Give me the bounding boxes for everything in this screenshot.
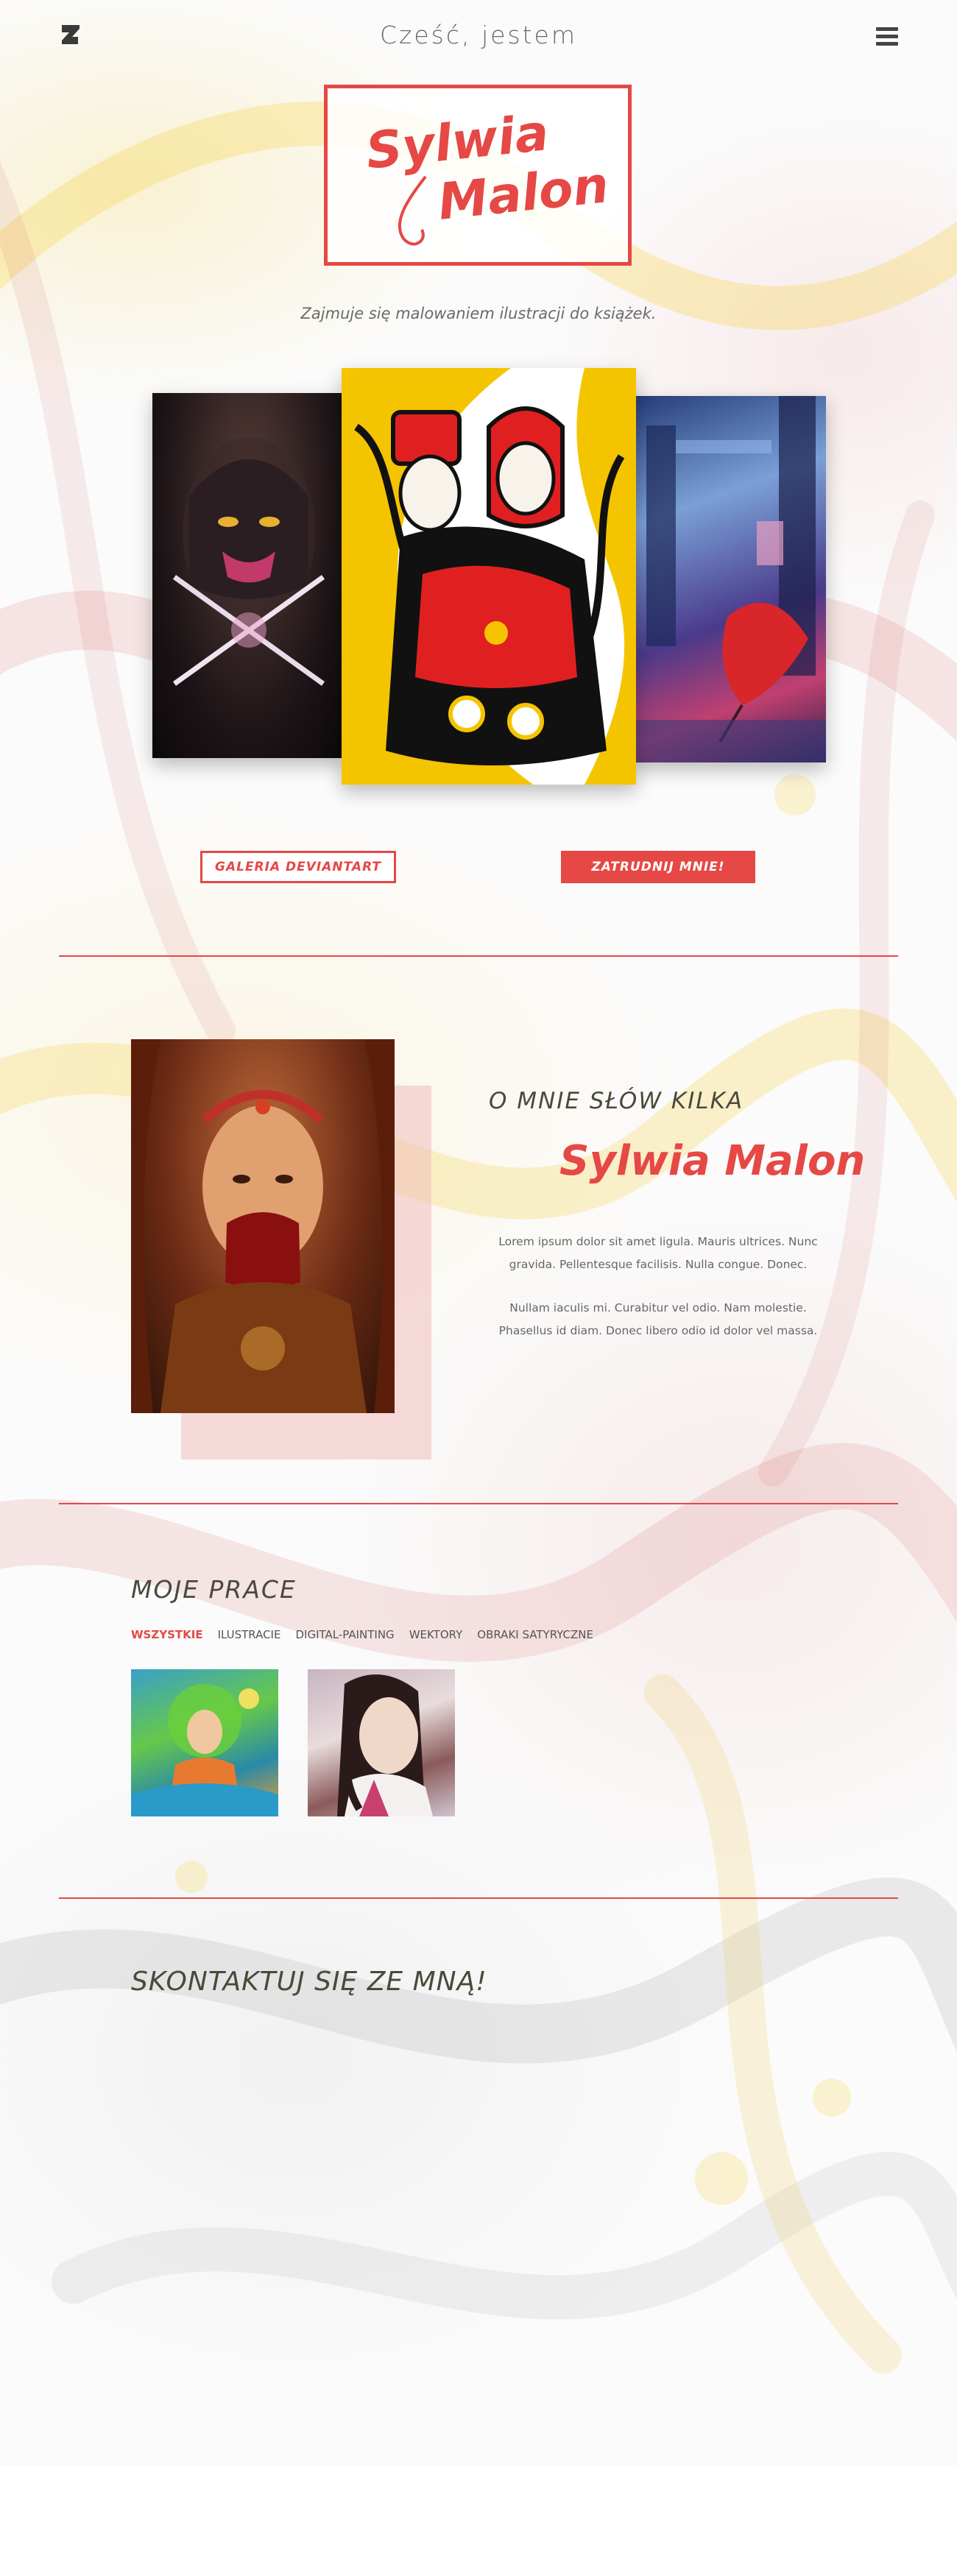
deviantart-icon[interactable]	[60, 22, 81, 47]
section-divider	[59, 1503, 898, 1504]
about-paragraph: Nullam iaculis mi. Curabitur vel odio. N…	[498, 1301, 818, 1337]
about-text: Lorem ipsum dolor sit amet ligula. Mauri…	[489, 1231, 827, 1363]
filter-digital-painting[interactable]: DIGITAL-PAINTING	[295, 1628, 394, 1641]
work-thumbnail-mermaid[interactable]	[131, 1669, 278, 1816]
deviantart-gallery-button[interactable]: GALERIA DEVIANTART	[200, 851, 396, 883]
contact-heading: SKONTAKTUJ SIĘ ZE MNĄ!	[131, 1967, 487, 1997]
artwork-ninja	[152, 393, 345, 758]
section-divider	[59, 1897, 898, 1899]
artwork-couple-folk	[342, 368, 636, 785]
tagline: Zajmuje się malowaniem ilustracji do ksi…	[300, 305, 657, 322]
work-thumbnail-portrait[interactable]	[308, 1669, 455, 1816]
works-filter-bar: WSZYSTKIE ILUSTRACIE DIGITAL-PAINTING WE…	[131, 1628, 593, 1641]
greeting-text: Cześć, jestem	[379, 21, 578, 49]
logo-last-name: Malon	[435, 156, 612, 232]
about-paragraph: Lorem ipsum dolor sit amet ligula. Mauri…	[498, 1235, 818, 1271]
hire-me-button[interactable]: ZATRUDNIJ MNIE!	[561, 851, 755, 883]
filter-vectors[interactable]: WEKTORY	[409, 1628, 463, 1641]
hamburger-menu-icon[interactable]	[876, 27, 898, 46]
artwork-city-umbrella	[632, 396, 826, 762]
section-divider	[59, 955, 898, 957]
about-name: Sylwia Malon	[559, 1137, 866, 1185]
works-heading: MOJE PRACE	[131, 1575, 297, 1604]
filter-satirical[interactable]: OBRAKI SATYRYCZNE	[477, 1628, 593, 1641]
logo: Sylwia Malon	[324, 85, 632, 266]
filter-all[interactable]: WSZYSTKIE	[131, 1628, 203, 1641]
about-heading: O MNIE SŁÓW KILKA	[489, 1088, 744, 1114]
filter-illustrations[interactable]: ILUSTRACIE	[218, 1628, 281, 1641]
about-photo	[131, 1039, 395, 1413]
